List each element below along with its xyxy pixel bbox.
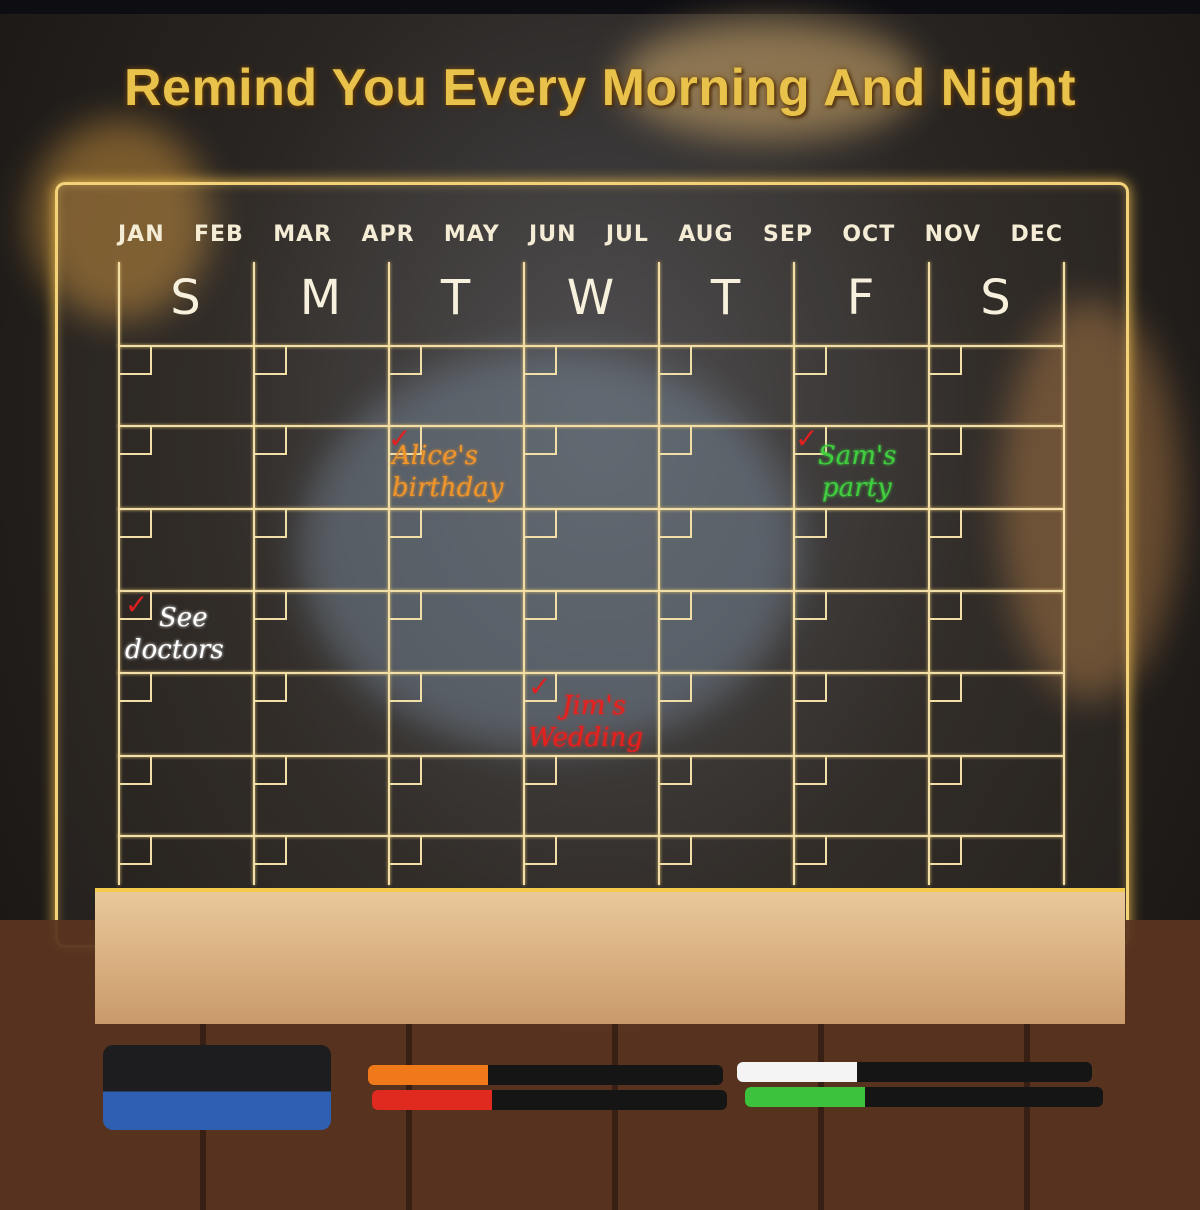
date-box bbox=[795, 592, 827, 620]
marker-white bbox=[737, 1062, 1092, 1082]
month-label: JAN bbox=[118, 222, 165, 247]
marker-green bbox=[745, 1087, 1103, 1107]
date-box bbox=[255, 757, 287, 785]
date-box bbox=[120, 427, 152, 455]
date-box bbox=[930, 347, 962, 375]
weekday-label: F bbox=[846, 270, 875, 326]
date-box bbox=[525, 592, 557, 620]
date-box bbox=[930, 592, 962, 620]
note-line: Jim's bbox=[562, 691, 626, 721]
checkmark-icon: ✓ bbox=[795, 422, 819, 455]
date-box bbox=[525, 837, 557, 865]
date-box bbox=[120, 757, 152, 785]
eraser bbox=[103, 1045, 331, 1130]
date-box bbox=[255, 837, 287, 865]
month-label: SEP bbox=[762, 222, 813, 247]
marker-cap bbox=[737, 1062, 857, 1082]
month-label: APR bbox=[361, 222, 415, 247]
note-line: party bbox=[822, 473, 892, 503]
weekday-label: W bbox=[566, 270, 615, 326]
date-box bbox=[255, 510, 287, 538]
headline: Remind You Every Morning And Night bbox=[123, 59, 1077, 117]
weekday-label: M bbox=[299, 270, 342, 326]
date-box bbox=[795, 837, 827, 865]
month-label: DEC bbox=[1010, 222, 1063, 247]
date-box bbox=[930, 837, 962, 865]
date-box bbox=[390, 837, 422, 865]
date-box bbox=[525, 427, 557, 455]
date-box bbox=[120, 347, 152, 375]
date-box bbox=[255, 427, 287, 455]
date-box bbox=[120, 510, 152, 538]
date-box bbox=[795, 510, 827, 538]
note-alice: Alice's birthday bbox=[392, 440, 503, 504]
date-box bbox=[390, 674, 422, 702]
date-box bbox=[660, 674, 692, 702]
date-box bbox=[525, 757, 557, 785]
weekday-label: T bbox=[710, 270, 741, 326]
note-line: Sam's bbox=[818, 441, 897, 471]
calendar-grid: SMTWTFS bbox=[118, 262, 1065, 885]
date-box bbox=[795, 347, 827, 375]
date-box bbox=[255, 592, 287, 620]
month-label: NOV bbox=[924, 222, 982, 247]
marker-cap bbox=[745, 1087, 865, 1107]
grid-line bbox=[1063, 262, 1065, 885]
date-box bbox=[120, 674, 152, 702]
date-box bbox=[660, 757, 692, 785]
date-box bbox=[660, 347, 692, 375]
date-box bbox=[390, 510, 422, 538]
month-label: OCT bbox=[842, 222, 896, 247]
month-label: MAR bbox=[273, 222, 333, 247]
date-box bbox=[795, 674, 827, 702]
date-box bbox=[390, 757, 422, 785]
marker-orange bbox=[368, 1065, 723, 1085]
date-box bbox=[930, 427, 962, 455]
weekday-label: S bbox=[170, 270, 201, 326]
month-row: JAN FEB MAR APR MAY JUN JUL AUG SEP OCT … bbox=[118, 222, 1063, 247]
date-box bbox=[255, 674, 287, 702]
weekday-label: T bbox=[440, 270, 471, 326]
note-line: Wedding bbox=[528, 723, 643, 753]
note-line: birthday bbox=[392, 473, 504, 503]
date-box bbox=[255, 347, 287, 375]
note-wedding: Jim's Wedding bbox=[528, 690, 643, 754]
date-box bbox=[390, 592, 422, 620]
date-box bbox=[660, 592, 692, 620]
note-line: Alice's bbox=[392, 441, 478, 471]
month-label: AUG bbox=[678, 222, 734, 247]
note-line: See bbox=[159, 603, 208, 633]
date-box bbox=[795, 757, 827, 785]
marker-cap bbox=[368, 1065, 488, 1085]
date-box bbox=[525, 347, 557, 375]
marker-red bbox=[372, 1090, 727, 1110]
date-box bbox=[660, 837, 692, 865]
month-label: MAY bbox=[443, 222, 500, 247]
month-label: JUL bbox=[605, 222, 649, 247]
date-box bbox=[930, 757, 962, 785]
top-bar bbox=[0, 0, 1200, 14]
date-box bbox=[660, 427, 692, 455]
date-box bbox=[120, 837, 152, 865]
weekday-label: S bbox=[980, 270, 1011, 326]
month-label: JUN bbox=[529, 222, 577, 247]
date-box bbox=[930, 510, 962, 538]
note-line: doctors bbox=[125, 635, 224, 665]
date-box bbox=[390, 347, 422, 375]
date-box bbox=[930, 674, 962, 702]
note-doctors: See doctors bbox=[125, 602, 224, 666]
wooden-base bbox=[95, 888, 1125, 1024]
date-box bbox=[525, 510, 557, 538]
month-label: FEB bbox=[194, 222, 244, 247]
note-sam: Sam's party bbox=[818, 440, 896, 504]
marker-cap bbox=[372, 1090, 492, 1110]
date-box bbox=[660, 510, 692, 538]
